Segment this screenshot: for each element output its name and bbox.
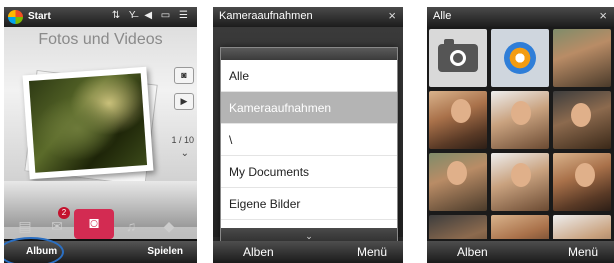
- tab-more-icon[interactable]: ◆: [156, 215, 182, 237]
- photo-counter: 1 / 10: [171, 135, 194, 145]
- media-thumbnail[interactable]: [491, 29, 549, 87]
- menu-item-root[interactable]: \: [221, 124, 397, 156]
- photo-thumbnail[interactable]: [491, 215, 549, 239]
- photo-image: [28, 73, 148, 173]
- menu-item-kameraaufnahmen[interactable]: Kameraaufnahmen: [221, 92, 397, 124]
- face: [571, 103, 591, 127]
- window-title: Kameraaufnahmen: [219, 10, 313, 22]
- menu-item-eigene-bilder[interactable]: Eigene Bilder: [221, 188, 397, 220]
- menu-item-alle[interactable]: Alle: [221, 60, 397, 92]
- photo-thumbnail[interactable]: [491, 153, 549, 211]
- camera-icon[interactable]: ◙: [174, 67, 194, 84]
- status-bar: Alle ×: [427, 7, 614, 27]
- photo-thumbnail[interactable]: [429, 153, 487, 211]
- album-dropdown: Alle Kameraaufnahmen \ My Documents Eige…: [220, 47, 398, 245]
- face: [511, 101, 531, 125]
- softkey-bar: Album Spielen: [4, 237, 197, 263]
- photo-front-card[interactable]: [22, 66, 154, 180]
- photos-main: Fotos und Videos ◙ ▶ 1 / 10 ⌄: [4, 27, 197, 239]
- media-player-icon: [504, 42, 536, 74]
- photo-preview[interactable]: [22, 66, 158, 187]
- status-bar: Start ⇅ Y̶ ◀ ▭ ☰: [4, 7, 197, 27]
- albums-softkey[interactable]: Alben: [243, 245, 274, 259]
- photo-thumbnail[interactable]: [553, 29, 611, 87]
- phone-photos-videos: Start ⇅ Y̶ ◀ ▭ ☰ Fotos und Videos ◙ ▶ 1 …: [4, 7, 197, 263]
- play-softkey[interactable]: Spielen: [147, 246, 183, 257]
- page-title: Fotos und Videos: [38, 31, 163, 48]
- dropdown-header: [221, 48, 397, 60]
- menu-item-my-documents[interactable]: My Documents: [221, 156, 397, 188]
- photo-thumbnail[interactable]: [429, 91, 487, 149]
- photo-thumbnail[interactable]: [491, 91, 549, 149]
- start-label[interactable]: Start: [28, 11, 51, 22]
- face: [575, 163, 595, 187]
- phone-all-thumbnails: Alle × Alben Menü: [427, 7, 614, 263]
- camera-icon: [438, 39, 478, 72]
- window-title: Alle: [433, 10, 452, 22]
- face: [447, 161, 467, 185]
- music-icon[interactable]: ♫: [118, 215, 144, 237]
- chevron-down-icon[interactable]: ⌄: [181, 148, 189, 159]
- phone-album-menu: Kameraaufnahmen × Alle Kameraaufnahmen \…: [213, 7, 403, 263]
- status-bar: Kameraaufnahmen ×: [213, 7, 403, 27]
- photo-thumbnail[interactable]: [553, 91, 611, 149]
- mail-badge: 2: [58, 207, 70, 219]
- menu-softkey[interactable]: Menü: [568, 245, 598, 259]
- thumbnail-grid: [429, 29, 612, 239]
- softkey-bar: Alben Menü: [427, 241, 614, 263]
- close-icon[interactable]: ×: [599, 8, 607, 23]
- tab-messages-icon[interactable]: ▤: [12, 215, 38, 237]
- photo-thumbnail[interactable]: [429, 215, 487, 239]
- photo-thumbnail[interactable]: [553, 215, 611, 239]
- softkey-bar: Alben Menü: [213, 241, 403, 263]
- close-icon[interactable]: ×: [388, 8, 396, 23]
- photo-thumbnail[interactable]: [553, 153, 611, 211]
- menu-softkey[interactable]: Menü: [357, 245, 387, 259]
- face: [451, 99, 471, 123]
- windows-start-icon[interactable]: [8, 10, 23, 24]
- album-softkey[interactable]: Album: [26, 246, 57, 257]
- albums-softkey[interactable]: Alben: [457, 245, 488, 259]
- status-icons: ⇅ Y̶ ◀ ▭ ☰: [111, 10, 191, 21]
- tab-photos-camera-icon[interactable]: ◙: [74, 209, 114, 239]
- video-icon[interactable]: ▶: [174, 93, 194, 110]
- camera-thumbnail[interactable]: [429, 29, 487, 87]
- face: [511, 163, 531, 187]
